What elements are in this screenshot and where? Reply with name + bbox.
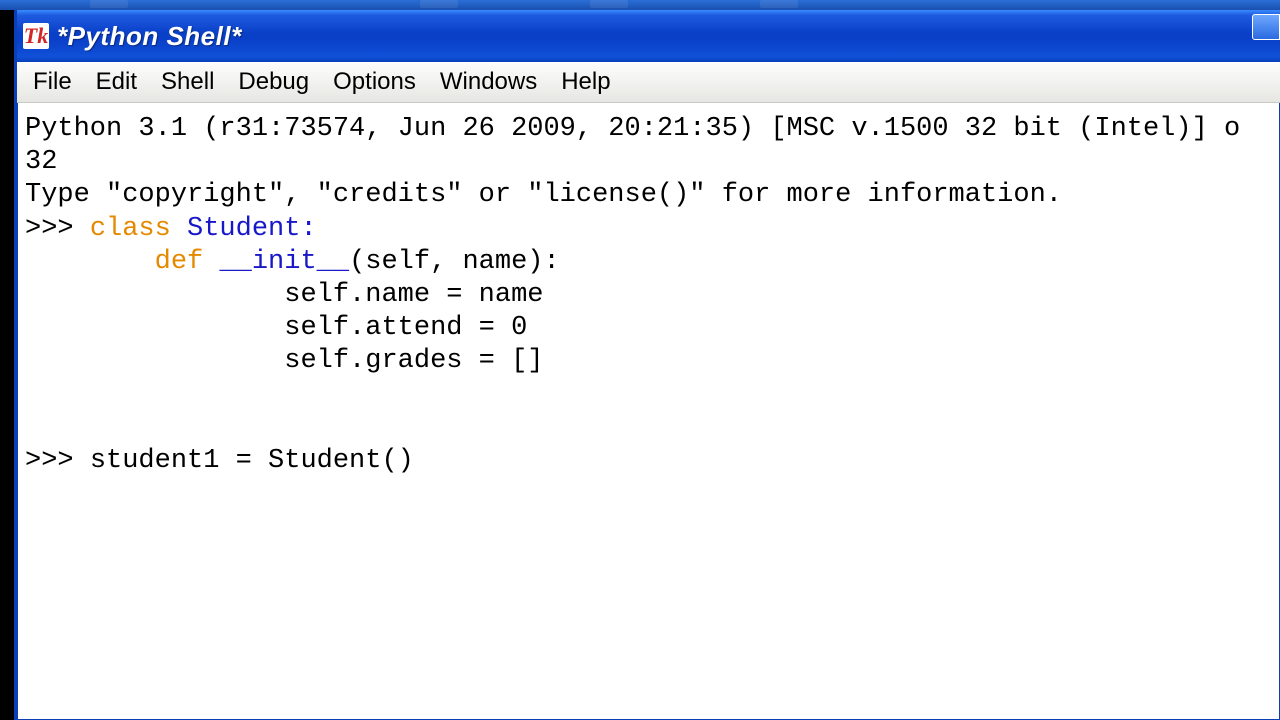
taskbar-item	[590, 0, 628, 8]
taskbar-item	[90, 0, 128, 8]
banner-line: Type "copyright", "credits" or "license(…	[25, 180, 1062, 210]
window-title: *Python Shell*	[57, 21, 242, 52]
method-name: __init__	[219, 247, 349, 277]
menubar: File Edit Shell Debug Options Windows He…	[17, 62, 1280, 103]
class-header: Student:	[171, 214, 317, 244]
space	[203, 247, 219, 277]
code-line: student1 = Student()	[90, 446, 414, 476]
menu-shell[interactable]: Shell	[149, 64, 226, 100]
keyword-class: class	[90, 214, 171, 244]
tk-app-icon: Tk	[23, 23, 49, 49]
window-controls	[1252, 14, 1280, 40]
indent	[25, 247, 155, 277]
shell-text-area[interactable]: Python 3.1 (r31:73574, Jun 26 2009, 20:2…	[17, 103, 1280, 488]
indent	[25, 313, 284, 343]
code-line: self.name = name	[284, 280, 543, 310]
banner-line: 32	[25, 147, 57, 177]
idle-window: Tk *Python Shell* File Edit Shell Debug …	[14, 10, 1280, 720]
menu-options[interactable]: Options	[321, 64, 428, 100]
menu-debug[interactable]: Debug	[226, 64, 321, 100]
os-taskbar	[0, 0, 1280, 10]
banner-line: Python 3.1 (r31:73574, Jun 26 2009, 20:2…	[25, 114, 1240, 144]
tk-app-icon-text: Tk	[24, 25, 48, 47]
taskbar-item	[760, 0, 798, 8]
method-signature: (self, name):	[349, 247, 560, 277]
indent	[25, 280, 284, 310]
taskbar-item	[420, 0, 458, 8]
titlebar[interactable]: Tk *Python Shell*	[17, 10, 1280, 62]
keyword-def: def	[155, 247, 204, 277]
code-line: self.grades = []	[284, 346, 543, 376]
code-line: self.attend = 0	[284, 313, 527, 343]
prompt: >>>	[25, 214, 90, 244]
menu-file[interactable]: File	[21, 64, 84, 100]
menu-help[interactable]: Help	[549, 64, 622, 100]
menu-edit[interactable]: Edit	[84, 64, 149, 100]
minimize-button[interactable]	[1252, 14, 1280, 40]
menu-windows[interactable]: Windows	[428, 64, 549, 100]
indent	[25, 346, 284, 376]
prompt: >>>	[25, 446, 90, 476]
